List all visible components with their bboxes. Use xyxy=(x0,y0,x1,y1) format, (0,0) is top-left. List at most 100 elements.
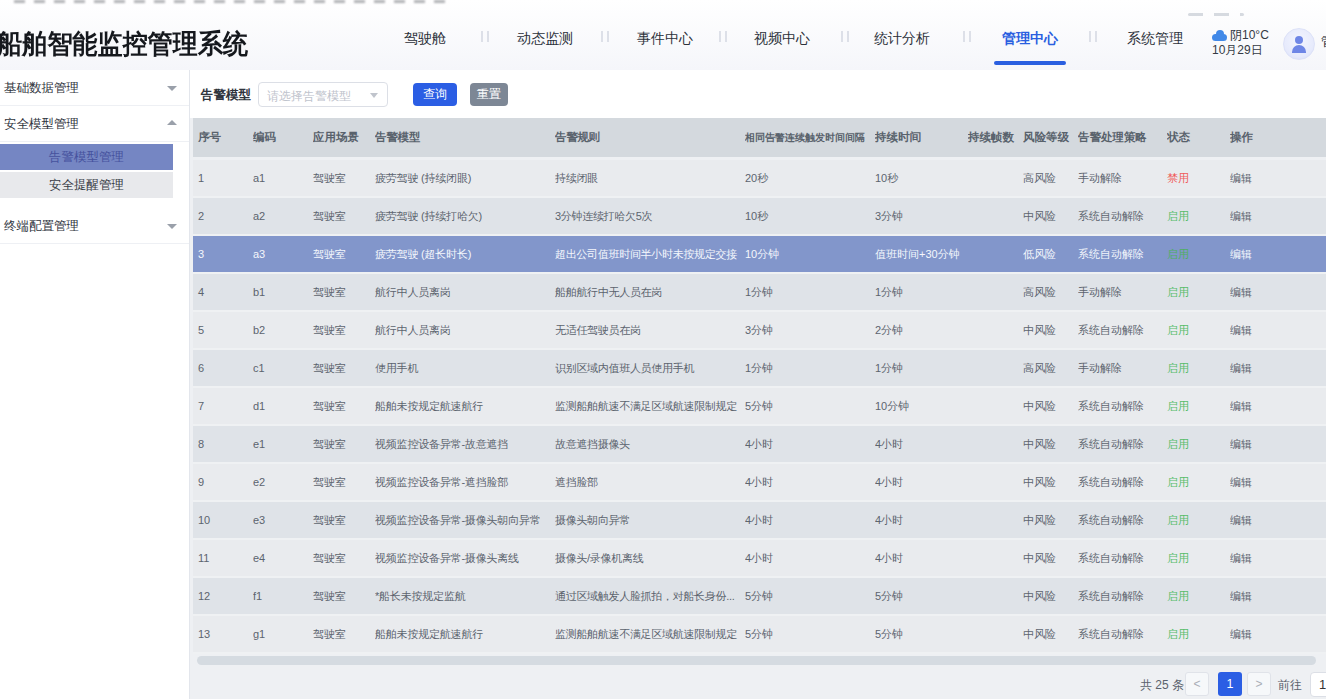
nav-item-3[interactable]: 事件中心 xyxy=(637,30,693,48)
table-row-7[interactable]: 7d1驾驶室船舶未按规定航速航行监测船舶航速不满足区域航速限制规定5分钟10分钟… xyxy=(193,388,1326,426)
alert-model-select[interactable]: 请选择告警模型 xyxy=(258,82,388,107)
cell-no: 8 xyxy=(193,426,253,462)
column-header-scene: 应用场景 xyxy=(313,118,375,157)
edit-link[interactable]: 编辑 xyxy=(1230,274,1326,310)
pagination-total: 共 25 条 xyxy=(1140,677,1184,694)
cell-frames xyxy=(968,540,1023,576)
column-header-model: 告警模型 xyxy=(375,118,555,157)
nav-item-2[interactable]: 动态监测 xyxy=(517,30,573,48)
edit-link[interactable]: 编辑 xyxy=(1230,464,1326,500)
nav-item-7[interactable]: 系统管理 xyxy=(1127,30,1183,48)
filter-label: 告警模型 xyxy=(201,87,251,104)
cell-no: 12 xyxy=(193,578,253,614)
user-avatar[interactable] xyxy=(1283,28,1315,60)
nav-item-6[interactable]: 管理中心 xyxy=(1002,30,1058,48)
cell-rule: 持续闭眼 xyxy=(555,160,745,196)
cell-interval: 1分钟 xyxy=(745,274,875,310)
table-row-10[interactable]: 10e3驾驶室视频监控设备异常-摄像头朝向异常摄像头朝向异常4小时4小时中风险系… xyxy=(193,502,1326,540)
sidebar-group-2[interactable]: 安全模型管理 xyxy=(0,106,189,142)
cell-no: 2 xyxy=(193,198,253,234)
column-header-strategy: 告警处理策略 xyxy=(1078,118,1167,157)
cell-frames xyxy=(968,350,1023,386)
cell-duration: 4小时 xyxy=(875,464,968,500)
cell-scene: 驾驶室 xyxy=(313,426,375,462)
table-row-1[interactable]: 1a1驾驶室疲劳驾驶 (持续闭眼)持续闭眼20秒10秒高风险手动解除禁用编辑 xyxy=(193,160,1326,198)
sidebar-group-1[interactable]: 基础数据管理 xyxy=(0,70,189,106)
cell-code: a3 xyxy=(253,236,313,272)
cell-risk: 中风险 xyxy=(1023,464,1078,500)
reset-button[interactable]: 重置 xyxy=(470,83,508,106)
cell-model: 疲劳驾驶 (持续打哈欠) xyxy=(375,198,555,234)
app-header: 船舶智能监控管理系统 驾驶舱动态监测事件中心视频中心统计分析管理中心系统管理 阴… xyxy=(0,0,1326,70)
edit-link[interactable]: 编辑 xyxy=(1230,616,1326,652)
page-number-1[interactable]: 1 xyxy=(1218,672,1242,696)
cell-rule: 摄像头/录像机离线 xyxy=(555,540,745,576)
table-row-12[interactable]: 12f1驾驶室*船长未按规定监航通过区域触发人脸抓拍，对船长身份...5分钟5分… xyxy=(193,578,1326,616)
edit-link[interactable]: 编辑 xyxy=(1230,502,1326,538)
cell-scene: 驾驶室 xyxy=(313,502,375,538)
column-header-rule: 告警规则 xyxy=(555,118,745,157)
edit-link[interactable]: 编辑 xyxy=(1230,198,1326,234)
edit-link[interactable]: 编辑 xyxy=(1230,350,1326,386)
table-row-3[interactable]: 3a3驾驶室疲劳驾驶 (超长时长)超出公司值班时间半小时未按规定交接10分钟值班… xyxy=(193,236,1326,274)
edit-link[interactable]: 编辑 xyxy=(1230,540,1326,576)
table-row-8[interactable]: 8e1驾驶室视频监控设备异常-故意遮挡故意遮挡摄像头4小时4小时中风险系统自动解… xyxy=(193,426,1326,464)
cell-frames xyxy=(968,160,1023,196)
horizontal-scrollbar[interactable] xyxy=(197,656,1316,665)
nav-divider xyxy=(961,31,973,42)
cell-frames xyxy=(968,198,1023,234)
table-header-row: 序号编码应用场景告警模型告警规则相同告警连续触发时间间隔持续时间持续帧数风险等级… xyxy=(193,118,1326,160)
sidebar-group-3[interactable]: 终端配置管理 xyxy=(0,208,189,244)
cell-no: 1 xyxy=(193,160,253,196)
top-artifact-right xyxy=(1188,13,1244,16)
sidebar-item-2[interactable]: 安全提醒管理 xyxy=(0,172,173,198)
nav-item-1[interactable]: 驾驶舱 xyxy=(404,30,446,48)
table-row-11[interactable]: 11e4驾驶室视频监控设备异常-摄像头离线摄像头/录像机离线4小时4小时中风险系… xyxy=(193,540,1326,578)
edit-link[interactable]: 编辑 xyxy=(1230,236,1326,272)
cell-model: 航行中人员离岗 xyxy=(375,274,555,310)
cell-code: b1 xyxy=(253,274,313,310)
edit-link[interactable]: 编辑 xyxy=(1230,578,1326,614)
nav-item-5[interactable]: 统计分析 xyxy=(874,30,930,48)
goto-page-input[interactable]: 1 xyxy=(1310,672,1326,697)
prev-page-button[interactable]: < xyxy=(1185,672,1209,696)
weather-widget: 阴10°C 10月29日 xyxy=(1212,28,1282,58)
sidebar-group-label: 基础数据管理 xyxy=(4,81,79,95)
column-header-status: 状态 xyxy=(1167,118,1230,157)
cell-interval: 5分钟 xyxy=(745,578,875,614)
table-row-2[interactable]: 2a2驾驶室疲劳驾驶 (持续打哈欠)3分钟连续打哈欠5次10秒3分钟中风险系统自… xyxy=(193,198,1326,236)
next-page-button[interactable]: > xyxy=(1247,672,1271,696)
edit-link[interactable]: 编辑 xyxy=(1230,160,1326,196)
cell-rule: 船舶航行中无人员在岗 xyxy=(555,274,745,310)
table-row-9[interactable]: 9e2驾驶室视频监控设备异常-遮挡脸部遮挡脸部4小时4小时中风险系统自动解除启用… xyxy=(193,464,1326,502)
table-row-6[interactable]: 6c1驾驶室使用手机识别区域内值班人员使用手机1分钟1分钟高风险手动解除启用编辑 xyxy=(193,350,1326,388)
cell-duration: 4小时 xyxy=(875,502,968,538)
cell-scene: 驾驶室 xyxy=(313,160,375,196)
search-button[interactable]: 查询 xyxy=(413,83,457,106)
cell-scene: 驾驶室 xyxy=(313,350,375,386)
chevron-down-icon xyxy=(167,224,177,229)
cell-no: 6 xyxy=(193,350,253,386)
cell-duration: 2分钟 xyxy=(875,312,968,348)
cell-risk: 高风险 xyxy=(1023,350,1078,386)
cell-no: 5 xyxy=(193,312,253,348)
cell-status: 禁用 xyxy=(1167,160,1230,196)
top-artifact xyxy=(14,0,446,3)
nav-item-4[interactable]: 视频中心 xyxy=(754,30,810,48)
cell-scene: 驾驶室 xyxy=(313,616,375,652)
table-row-5[interactable]: 5b2驾驶室航行中人员离岗无适任驾驶员在岗3分钟2分钟中风险系统自动解除启用编辑 xyxy=(193,312,1326,350)
cell-status: 启用 xyxy=(1167,388,1230,424)
cell-frames xyxy=(968,312,1023,348)
sidebar-item-1[interactable]: 告警模型管理 xyxy=(0,144,173,170)
cell-strategy: 系统自动解除 xyxy=(1078,312,1167,348)
table-row-13[interactable]: 13g1驾驶室船舶未按规定航速航行监测船舶航速不满足区域航速限制规定5分钟5分钟… xyxy=(193,616,1326,654)
table-row-4[interactable]: 4b1驾驶室航行中人员离岗船舶航行中无人员在岗1分钟1分钟高风险手动解除启用编辑 xyxy=(193,274,1326,312)
cell-duration: 1分钟 xyxy=(875,274,968,310)
cell-interval: 10秒 xyxy=(745,198,875,234)
nav-divider xyxy=(599,31,611,42)
edit-link[interactable]: 编辑 xyxy=(1230,426,1326,462)
edit-link[interactable]: 编辑 xyxy=(1230,312,1326,348)
edit-link[interactable]: 编辑 xyxy=(1230,388,1326,424)
cell-strategy: 系统自动解除 xyxy=(1078,502,1167,538)
cell-scene: 驾驶室 xyxy=(313,236,375,272)
